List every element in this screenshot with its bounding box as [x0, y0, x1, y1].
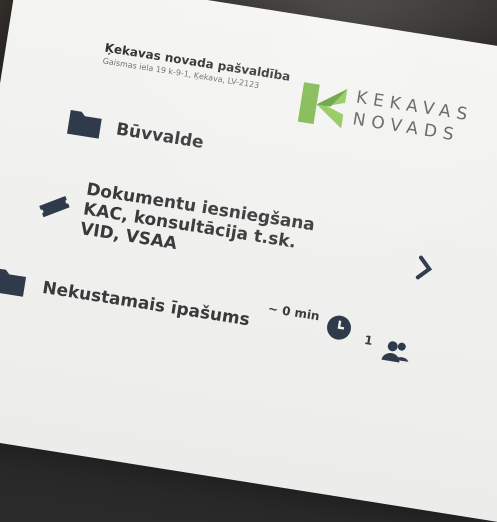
kiosk-screen: Ķekavas novada pašvaldība Gaismas iela 1…	[0, 0, 497, 522]
ticket-icon	[39, 195, 70, 218]
wait-time: ~ 0 min	[267, 301, 321, 324]
people-icon	[381, 341, 409, 363]
people-count: 1	[363, 332, 374, 348]
logo-mark-icon	[297, 82, 348, 129]
service-label: Nekustamais īpašums	[41, 277, 252, 331]
folder-icon	[66, 109, 102, 139]
clock-icon	[327, 315, 352, 340]
logo-wordmark: KEKAVAS NOVADS	[351, 87, 475, 149]
folder-icon	[0, 268, 27, 297]
chevron-right-icon[interactable]	[412, 254, 436, 283]
service-label: Būvvalde	[114, 119, 205, 154]
